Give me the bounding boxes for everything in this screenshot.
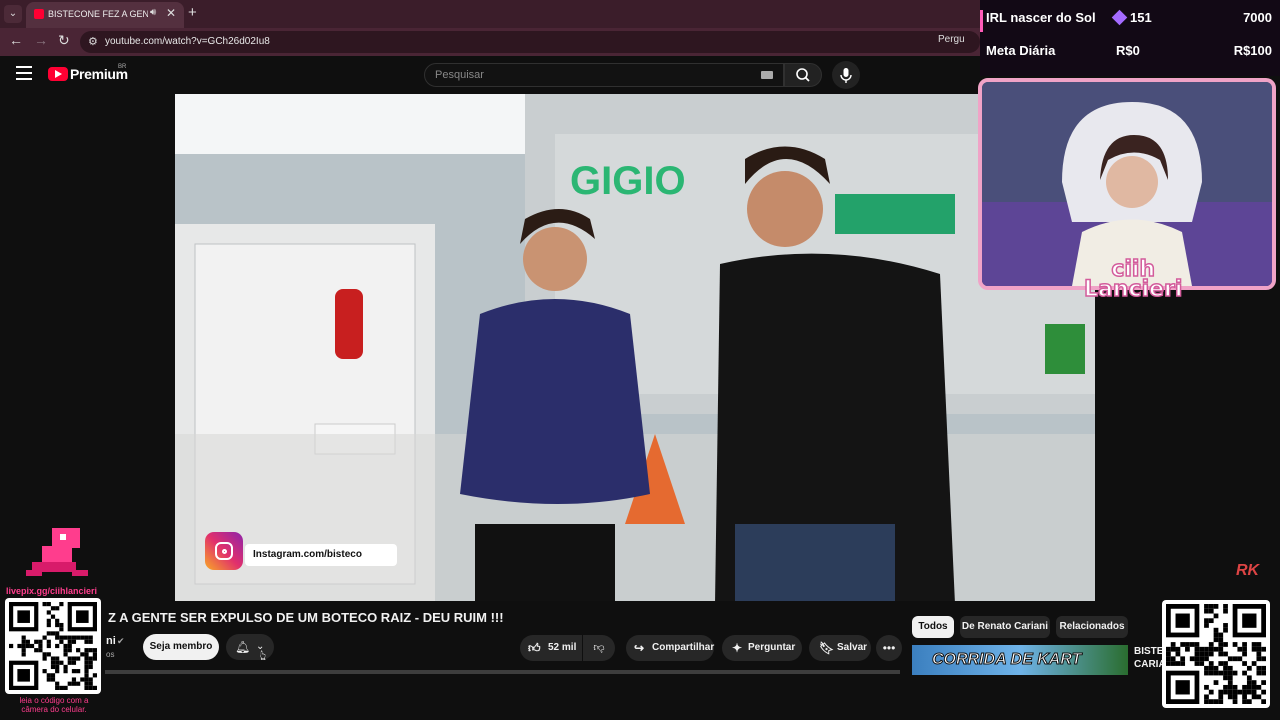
like-button[interactable]: 👍︎ 52 mil [520,635,582,661]
browser-tab-bar: ⌄ BISTECONE FEZ A GENTE SE 🔊︎ ✕ + [0,0,980,28]
verified-check-icon: ✔ [117,636,125,646]
goal-current: 151 [1130,10,1152,25]
youtube-logo-icon[interactable] [48,67,68,81]
goal-label: Meta Diária [986,43,1056,58]
qr-code-right [1162,600,1270,708]
tab-title: BISTECONE FEZ A GENTE SE [48,9,148,19]
notification-bell-button[interactable]: 🔔︎ ⌄ [226,634,274,660]
goal-accent-bar [980,10,983,32]
subscriber-count: os [106,650,115,659]
close-icon[interactable]: ✕ [166,6,176,20]
more-actions-button[interactable]: ••• [876,635,902,661]
ask-label: Perguntar [748,642,796,653]
search-icon [796,68,810,82]
video-title: Z A GENTE SER EXPULSO DE UM BOTECO RAIZ … [108,610,504,625]
stream-goals-panel: IRL nascer do Sol 151 7000 Meta Diária R… [980,0,1280,76]
save-button[interactable]: 🔖︎ Salvar [809,635,871,661]
share-label: Compartilhar [652,642,715,653]
mouse-cursor-icon: 👆︎ [260,647,267,663]
share-arrow-icon: ↪ [634,641,645,655]
speaker-icon[interactable]: 🔊︎ [150,7,156,18]
instagram-handle: Instagram.com/bisteco [245,544,397,566]
like-count: 52 mil [548,642,577,653]
new-tab-button[interactable]: + [188,4,197,21]
qr-code-image [9,602,97,690]
forward-arrow-icon[interactable]: → [34,32,48,48]
back-arrow-icon[interactable]: ← [9,32,23,48]
keyboard-icon[interactable] [761,71,773,79]
svg-text:GIGIO: GIGIO [570,159,686,203]
instagram-overlay: Instagram.com/bisteco [205,532,399,570]
youtube-header: Premium BR [0,56,980,94]
streamer-name: ciih Lancieri [1083,257,1183,302]
url-text[interactable]: youtube.com/watch?v=GCh26d02Iu8 [105,36,270,47]
video-progress-bar[interactable] [105,670,900,674]
thumbs-up-icon: 👍︎ [528,641,541,655]
voice-search-button[interactable] [832,61,860,89]
channel-name[interactable]: ni [106,635,116,647]
brand-watermark: RK [1236,562,1260,579]
youtube-favicon-icon [34,9,44,19]
save-label: Salvar [837,642,868,653]
chip-from-creator[interactable]: De Renato Cariani [960,616,1050,638]
thumbnail-text: CORRIDA DE KART [931,651,1082,669]
qr-code-image [1166,604,1266,704]
goal-row: IRL nascer do Sol 151 7000 [980,4,1280,34]
site-info-icon[interactable]: ⚙ [88,35,98,48]
webcam-feed-image [982,82,1272,286]
browser-toolbar: ← → ↻ ⚙ youtube.com/watch?v=GCh26d02Iu8 … [0,28,980,56]
goal-label: IRL nascer do Sol [986,10,1096,25]
bookmark-icon: 🔖︎ [819,641,835,655]
video-player[interactable]: GIGIO Instagram.com/bisteco [175,94,1095,601]
reload-icon[interactable]: ↻ [58,32,70,49]
livepix-link: livepix.gg/ciihlancieri [6,586,98,596]
goal-row: Meta Diária R$0 R$100 [980,37,1280,67]
goal-target: R$100 [1233,43,1272,58]
video-scene-image: GIGIO [175,94,1095,601]
recommended-video-thumbnail[interactable]: CORRIDA DE KART [912,645,1128,675]
more-horizontal-icon: ••• [882,641,896,655]
chip-all[interactable]: Todos [912,616,954,638]
bell-icon: 🔔︎ [235,640,251,654]
hamburger-menu-icon[interactable] [16,66,32,80]
ask-chip-button[interactable]: Pergu [938,34,965,45]
qr-code-left [5,598,101,694]
search-button[interactable] [784,63,822,87]
country-code: BR [118,64,127,70]
join-button[interactable]: Seja membro [143,634,219,660]
instagram-icon [205,532,243,570]
goal-target: 7000 [1243,10,1272,25]
gem-icon [1111,9,1128,26]
tab-search-button[interactable]: ⌄ [4,5,22,23]
dislike-button[interactable]: 👎︎ [583,635,615,661]
microphone-icon [840,68,852,83]
browser-tab-active[interactable]: BISTECONE FEZ A GENTE SE 🔊︎ ✕ [26,2,184,28]
pixel-mascot-image [26,528,88,576]
ask-button[interactable]: ✦ Perguntar [722,635,802,661]
qr-hint-text: leia o código com a câmera do celular. [19,696,89,714]
share-button[interactable]: ↪ Compartilhar [626,635,714,661]
search-input[interactable] [424,63,784,87]
address-bar[interactable]: ⚙ youtube.com/watch?v=GCh26d02Iu8 Pergu [80,31,980,53]
goal-current: R$0 [1116,43,1140,58]
thumbs-down-icon: 👎︎ [593,642,605,654]
sparkle-icon: ✦ [732,641,743,655]
chip-related[interactable]: Relacionados [1056,616,1128,638]
